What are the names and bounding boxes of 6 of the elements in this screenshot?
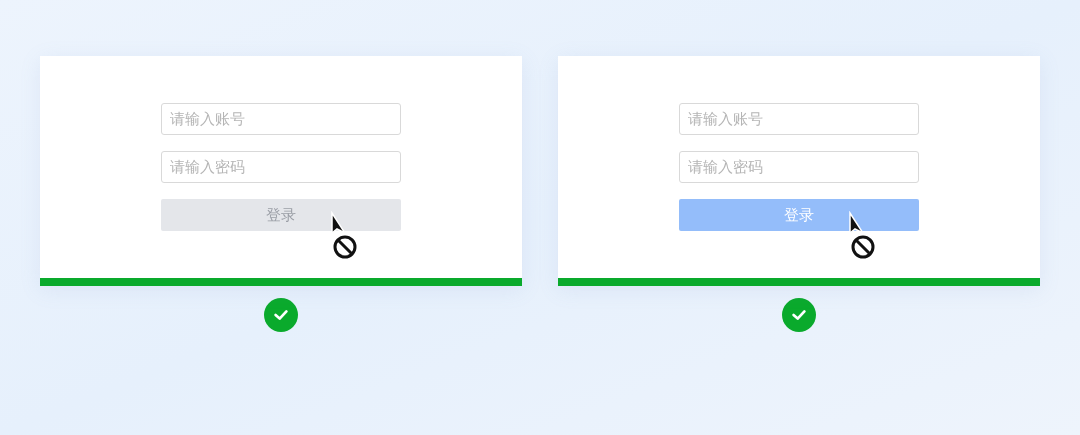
login-button[interactable]: 登录 bbox=[161, 199, 401, 231]
account-field[interactable]: 请输入账号 bbox=[161, 103, 401, 135]
login-button[interactable]: 登录 bbox=[679, 199, 919, 231]
password-field[interactable]: 请输入密码 bbox=[161, 151, 401, 183]
password-field[interactable]: 请输入密码 bbox=[679, 151, 919, 183]
account-field[interactable]: 请输入账号 bbox=[679, 103, 919, 135]
